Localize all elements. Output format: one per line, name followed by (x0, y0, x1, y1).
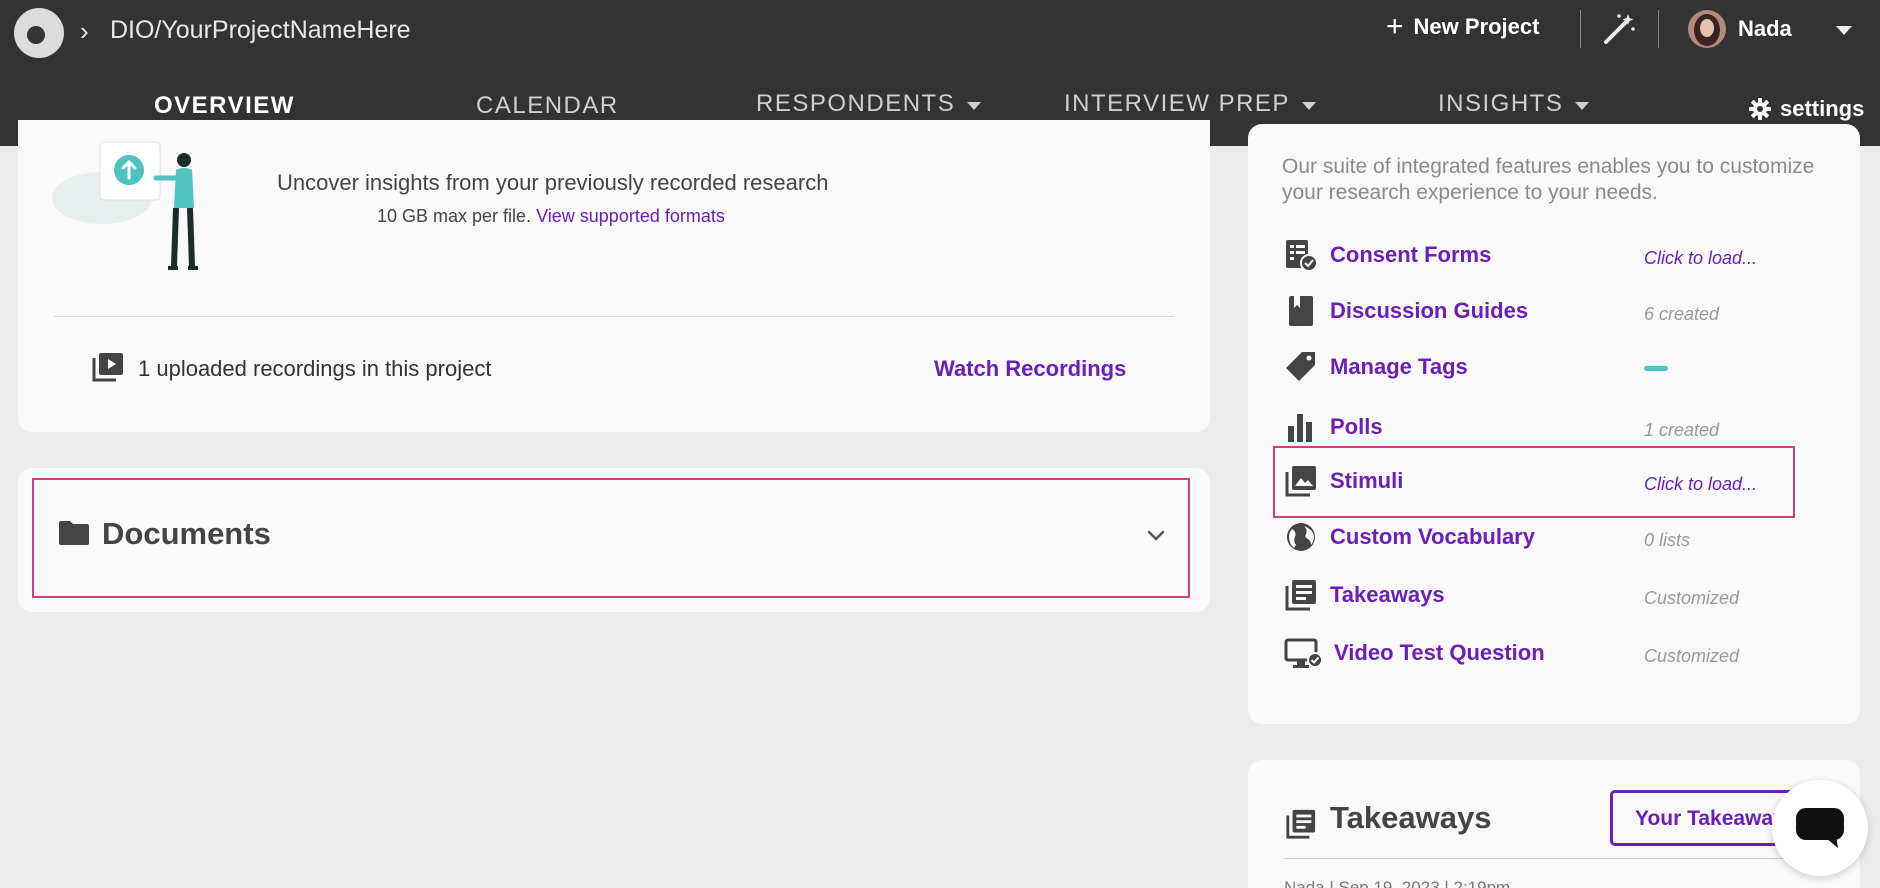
watch-recordings-link[interactable]: Watch Recordings (934, 356, 1126, 382)
upload-limit-text: 10 GB max per file. (377, 206, 532, 226)
features-card: Our suite of integrated features enables… (1248, 124, 1860, 724)
takeaways-title: Takeaways (1330, 800, 1492, 835)
feature-stimuli[interactable]: Stimuli Click to load... (1284, 460, 1824, 504)
feature-name: Manage Tags (1330, 354, 1468, 379)
upload-illustration (52, 141, 198, 270)
tab-interview-prep[interactable]: INTERVIEW PREP (1064, 90, 1316, 118)
tab-respondents[interactable]: RESPONDENTS (756, 90, 982, 118)
takeaways-card: Takeaways Your Takeaways Nada | Sep 19, … (1248, 760, 1860, 888)
feature-manage-tags[interactable]: Manage Tags (1284, 346, 1824, 390)
feature-polls[interactable]: Polls 1 created (1284, 406, 1824, 450)
feature-takeaways[interactable]: Takeaways Customized (1284, 574, 1824, 618)
features-description: Our suite of integrated features enables… (1282, 155, 1815, 204)
tab-overview-label: OVERVIEW (154, 92, 295, 119)
feature-name: Polls (1330, 414, 1383, 439)
divider (1284, 858, 1824, 859)
chat-widget-button[interactable] (1772, 780, 1868, 876)
documents-title: Documents (102, 516, 271, 551)
feature-status: 0 lists (1644, 530, 1691, 550)
upload-headline: Uncover insights from your previously re… (277, 170, 829, 195)
tab-calendar-label: CALENDAR (476, 92, 619, 119)
feature-status: Customized (1644, 646, 1740, 666)
tab-calendar[interactable]: CALENDAR (476, 92, 619, 120)
settings-label: settings (1780, 96, 1865, 121)
loading-indicator (1644, 366, 1668, 371)
takeaways-icon (1285, 580, 1316, 611)
recordings-count-text: 1 uploaded recordings in this project (138, 356, 492, 381)
gear-icon (1749, 98, 1771, 120)
globe-icon (1287, 523, 1315, 551)
tab-insights-label: INSIGHTS (1438, 90, 1564, 117)
tab-insights[interactable]: INSIGHTS (1438, 90, 1590, 118)
consent-form-icon (1286, 240, 1318, 272)
image-stack-icon (1285, 466, 1316, 497)
plus-icon: + (1386, 10, 1404, 43)
feature-status: 6 created (1644, 304, 1720, 324)
divider (1580, 10, 1581, 48)
chat-bubble-icon (1796, 808, 1844, 848)
chevron-down-icon (967, 102, 982, 110)
feature-video-test-question[interactable]: Video Test Question Customized (1284, 632, 1824, 676)
dio-logo-icon[interactable] (14, 8, 64, 58)
new-project-button[interactable]: + New Project (1386, 10, 1540, 43)
book-icon (1289, 296, 1313, 326)
tab-interview-prep-label: INTERVIEW PREP (1064, 90, 1290, 117)
chevron-down-icon[interactable] (1146, 526, 1166, 546)
feature-status[interactable]: Click to load... (1644, 248, 1757, 269)
feature-name: Custom Vocabulary (1330, 524, 1535, 549)
upload-limit-line: 10 GB max per file. View supported forma… (377, 206, 725, 227)
feature-status[interactable]: Click to load... (1644, 474, 1757, 495)
upload-card: Uncover insights from your previously re… (18, 120, 1210, 432)
folder-icon (59, 521, 89, 545)
breadcrumb-chevron-icon: › (80, 16, 89, 46)
chevron-down-icon (1575, 102, 1590, 110)
avatar[interactable] (1688, 10, 1726, 48)
feature-name: Stimuli (1330, 468, 1404, 493)
monitor-check-icon (1284, 638, 1323, 668)
feature-name: Takeaways (1330, 582, 1445, 607)
magic-wand-icon[interactable] (1600, 10, 1638, 48)
feature-consent-forms[interactable]: Consent Forms Click to load... (1284, 234, 1824, 278)
feature-name: Discussion Guides (1330, 298, 1529, 323)
user-name[interactable]: Nada (1738, 16, 1792, 42)
bar-chart-icon (1288, 414, 1312, 442)
feature-status: Customized (1644, 588, 1740, 608)
divider (1658, 10, 1659, 48)
tag-icon (1286, 352, 1315, 381)
settings-button[interactable]: settings (1748, 96, 1864, 122)
takeaway-meta: Nada | Sep 19, 2023 | 2:19pm (1284, 878, 1511, 888)
feature-status: 1 created (1644, 420, 1720, 440)
project-name-breadcrumb[interactable]: DIO/YourProjectNameHere (110, 16, 411, 45)
new-project-label: New Project (1413, 14, 1540, 39)
takeaways-icon (1286, 809, 1316, 839)
feature-custom-vocabulary[interactable]: Custom Vocabulary 0 lists (1284, 516, 1824, 560)
feature-name: Video Test Question (1334, 640, 1545, 665)
tab-respondents-label: RESPONDENTS (756, 90, 956, 117)
tab-overview[interactable]: OVERVIEW (154, 92, 295, 120)
divider (54, 316, 1174, 317)
user-menu-caret-icon[interactable] (1836, 26, 1852, 35)
feature-name: Consent Forms (1330, 242, 1492, 267)
chevron-down-icon (1301, 102, 1316, 110)
view-formats-link[interactable]: View supported formats (536, 206, 725, 226)
feature-discussion-guides[interactable]: Discussion Guides 6 created (1284, 290, 1824, 334)
documents-card[interactable]: Documents (18, 468, 1210, 612)
video-library-icon (92, 353, 123, 382)
